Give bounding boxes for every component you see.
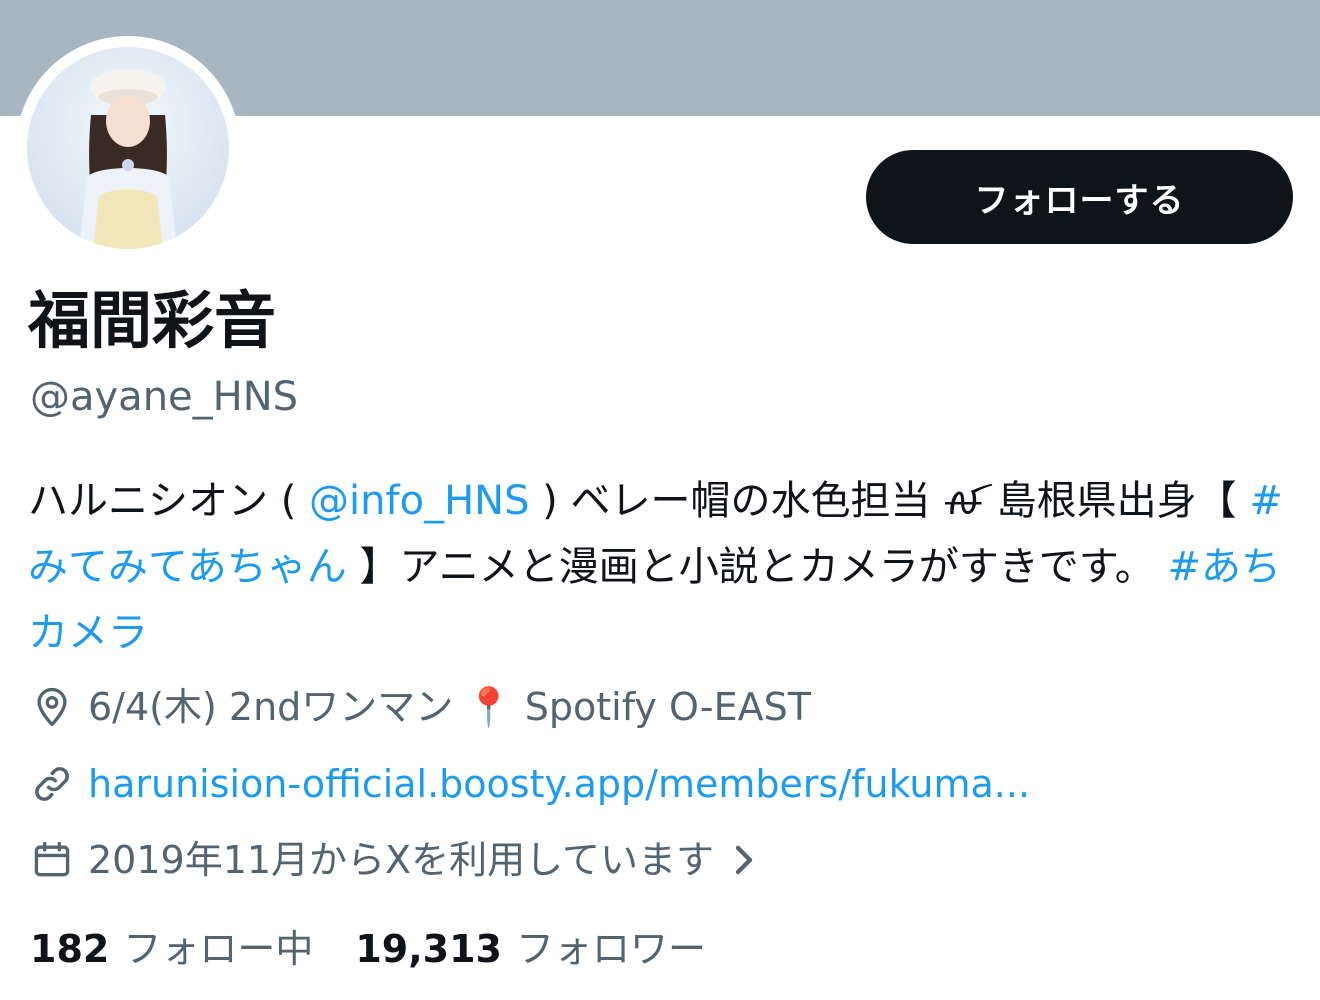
location-text: 6/4(木) 2ndワンマン 📍 Spotify O-EAST [88,685,811,729]
calendar-icon [34,841,70,877]
following-stat[interactable]: 182 フォロー中 [30,925,313,973]
avatar-photo [79,69,177,249]
bio-text-1: ハルニシオン ( [28,478,310,524]
following-count: 182 [30,927,110,971]
followers-stat[interactable]: 19,313 フォロワー [355,925,706,973]
bio-text-2: ) ベレー帽の水色担当 ꫛ 島根県出身【 [529,478,1250,524]
follow-stats: 182 フォロー中 19,313 フォロワー [30,925,748,973]
joined-text: 2019年11月からXを利用しています [88,838,714,882]
profile-joined-date[interactable]: 2019年11月からXを利用しています [30,836,756,884]
chevron-right-icon[interactable] [732,842,756,878]
bio-mention-link[interactable]: @info_HNS [309,478,529,524]
profile-page: フォローする 福間彩音 @ayane_HNS ハルニシオン ( @info_HN… [0,0,1320,1000]
avatar-frame[interactable] [16,36,240,260]
bio-text-3: 】アニメと漫画と小説とカメラがすきです。 [346,544,1168,590]
follow-button[interactable]: フォローする [866,150,1293,244]
profile-location: 6/4(木) 2ndワンマン 📍 Spotify O-EAST [30,683,811,731]
user-handle: @ayane_HNS [30,374,299,420]
link-icon [35,767,69,801]
website-link[interactable]: harunision-official.boosty.app/members/f… [88,760,1030,808]
display-name: 福間彩音 [28,284,277,357]
profile-bio: ハルニシオン ( @info_HNS ) ベレー帽の水色担当 ꫛ 島根県出身【 … [28,468,1288,666]
avatar[interactable] [27,47,229,249]
following-label: フォロー中 [123,927,314,971]
followers-label: フォロワー [515,927,706,971]
followers-count: 19,313 [355,927,502,971]
location-pin-icon [37,687,67,727]
profile-website[interactable]: harunision-official.boosty.app/members/f… [30,760,1030,808]
